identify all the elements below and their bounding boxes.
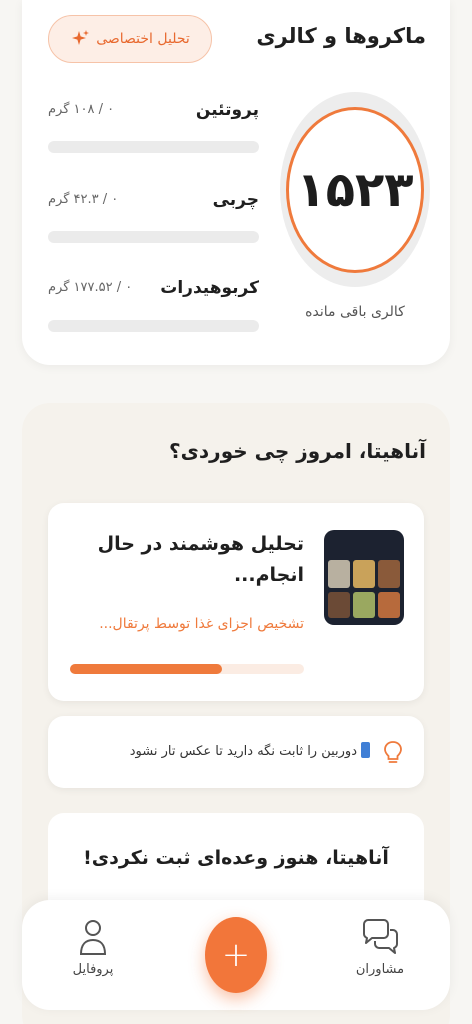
add-meal-button[interactable]: + (205, 917, 267, 993)
tip-card: دوربین را ثابت نگه دارید تا عکس تار نشود (48, 716, 424, 788)
lightbulb-icon (384, 741, 402, 763)
analysis-card[interactable]: تحلیل هوشمند در حال انجام... تشخیص اجزای… (48, 503, 424, 701)
today-title: آناهیتا، امروز چی خوردی؟ (168, 439, 426, 463)
macro-fat: چربی ۰ / ۴۲.۳ گرم (48, 190, 259, 250)
phone-icon (361, 742, 370, 758)
calorie-ring: ۱۵۲۳ (286, 107, 424, 273)
analysis-progress-track (70, 664, 304, 674)
nav-profile[interactable]: پروفایل (48, 918, 138, 977)
macro-fat-bar (48, 231, 259, 243)
macros-card: ماکروها و کالری تحلیل اختصاصی ۱۵۲۳ کالری… (22, 0, 450, 365)
analysis-title: تحلیل هوشمند در حال انجام... (97, 533, 304, 586)
calories-remaining-value: ۱۵۲۳ (296, 162, 414, 218)
chat-bubbles-icon (363, 919, 398, 954)
person-icon (79, 920, 107, 955)
macros-title: ماکروها و کالری (256, 24, 426, 48)
nav-advisors-label: مشاوران (355, 962, 405, 977)
macro-protein-name: پروتئین (195, 100, 259, 120)
macro-carbs-bar (48, 320, 259, 332)
analysis-status: تشخیص اجزای غذا توسط پرتقال... (99, 616, 304, 632)
macro-carbs-name: کربوهیدرات (160, 278, 259, 298)
macro-carbs-value: ۰ / ۱۷۷.۵۲ گرم (48, 280, 133, 295)
tip-text-row: دوربین را ثابت نگه دارید تا عکس تار نشود (130, 742, 370, 759)
macro-fat-name: چربی (212, 190, 259, 210)
macro-fat-value: ۰ / ۴۲.۳ گرم (48, 192, 119, 207)
empty-meals-title: آناهیتا، هنوز وعده‌ای ثبت نکردی! (83, 847, 389, 869)
macro-protein-bar (48, 141, 259, 153)
nav-profile-label: پروفایل (72, 962, 114, 977)
tip-text: دوربین را ثابت نگه دارید تا عکس تار نشود (129, 744, 357, 759)
nav-advisors[interactable]: مشاوران (335, 918, 425, 977)
analysis-progress-fill (70, 664, 223, 674)
macro-protein-value: ۰ / ۱۰۸ گرم (48, 102, 115, 117)
ai-analysis-button[interactable]: تحلیل اختصاصی (48, 15, 212, 63)
macro-carbs: کربوهیدرات ۰ / ۱۷۷.۵۲ گرم (48, 278, 259, 338)
bottom-nav: پروفایل + مشاوران (22, 900, 450, 1010)
calories-remaining-caption: کالری باقی مانده (305, 304, 405, 320)
plus-icon: + (221, 935, 251, 975)
sparkle-icon (72, 30, 90, 45)
macro-protein: پروتئین ۰ / ۱۰۸ گرم (48, 100, 259, 160)
ai-analysis-label: تحلیل اختصاصی (96, 31, 190, 47)
meal-photo (324, 530, 404, 625)
